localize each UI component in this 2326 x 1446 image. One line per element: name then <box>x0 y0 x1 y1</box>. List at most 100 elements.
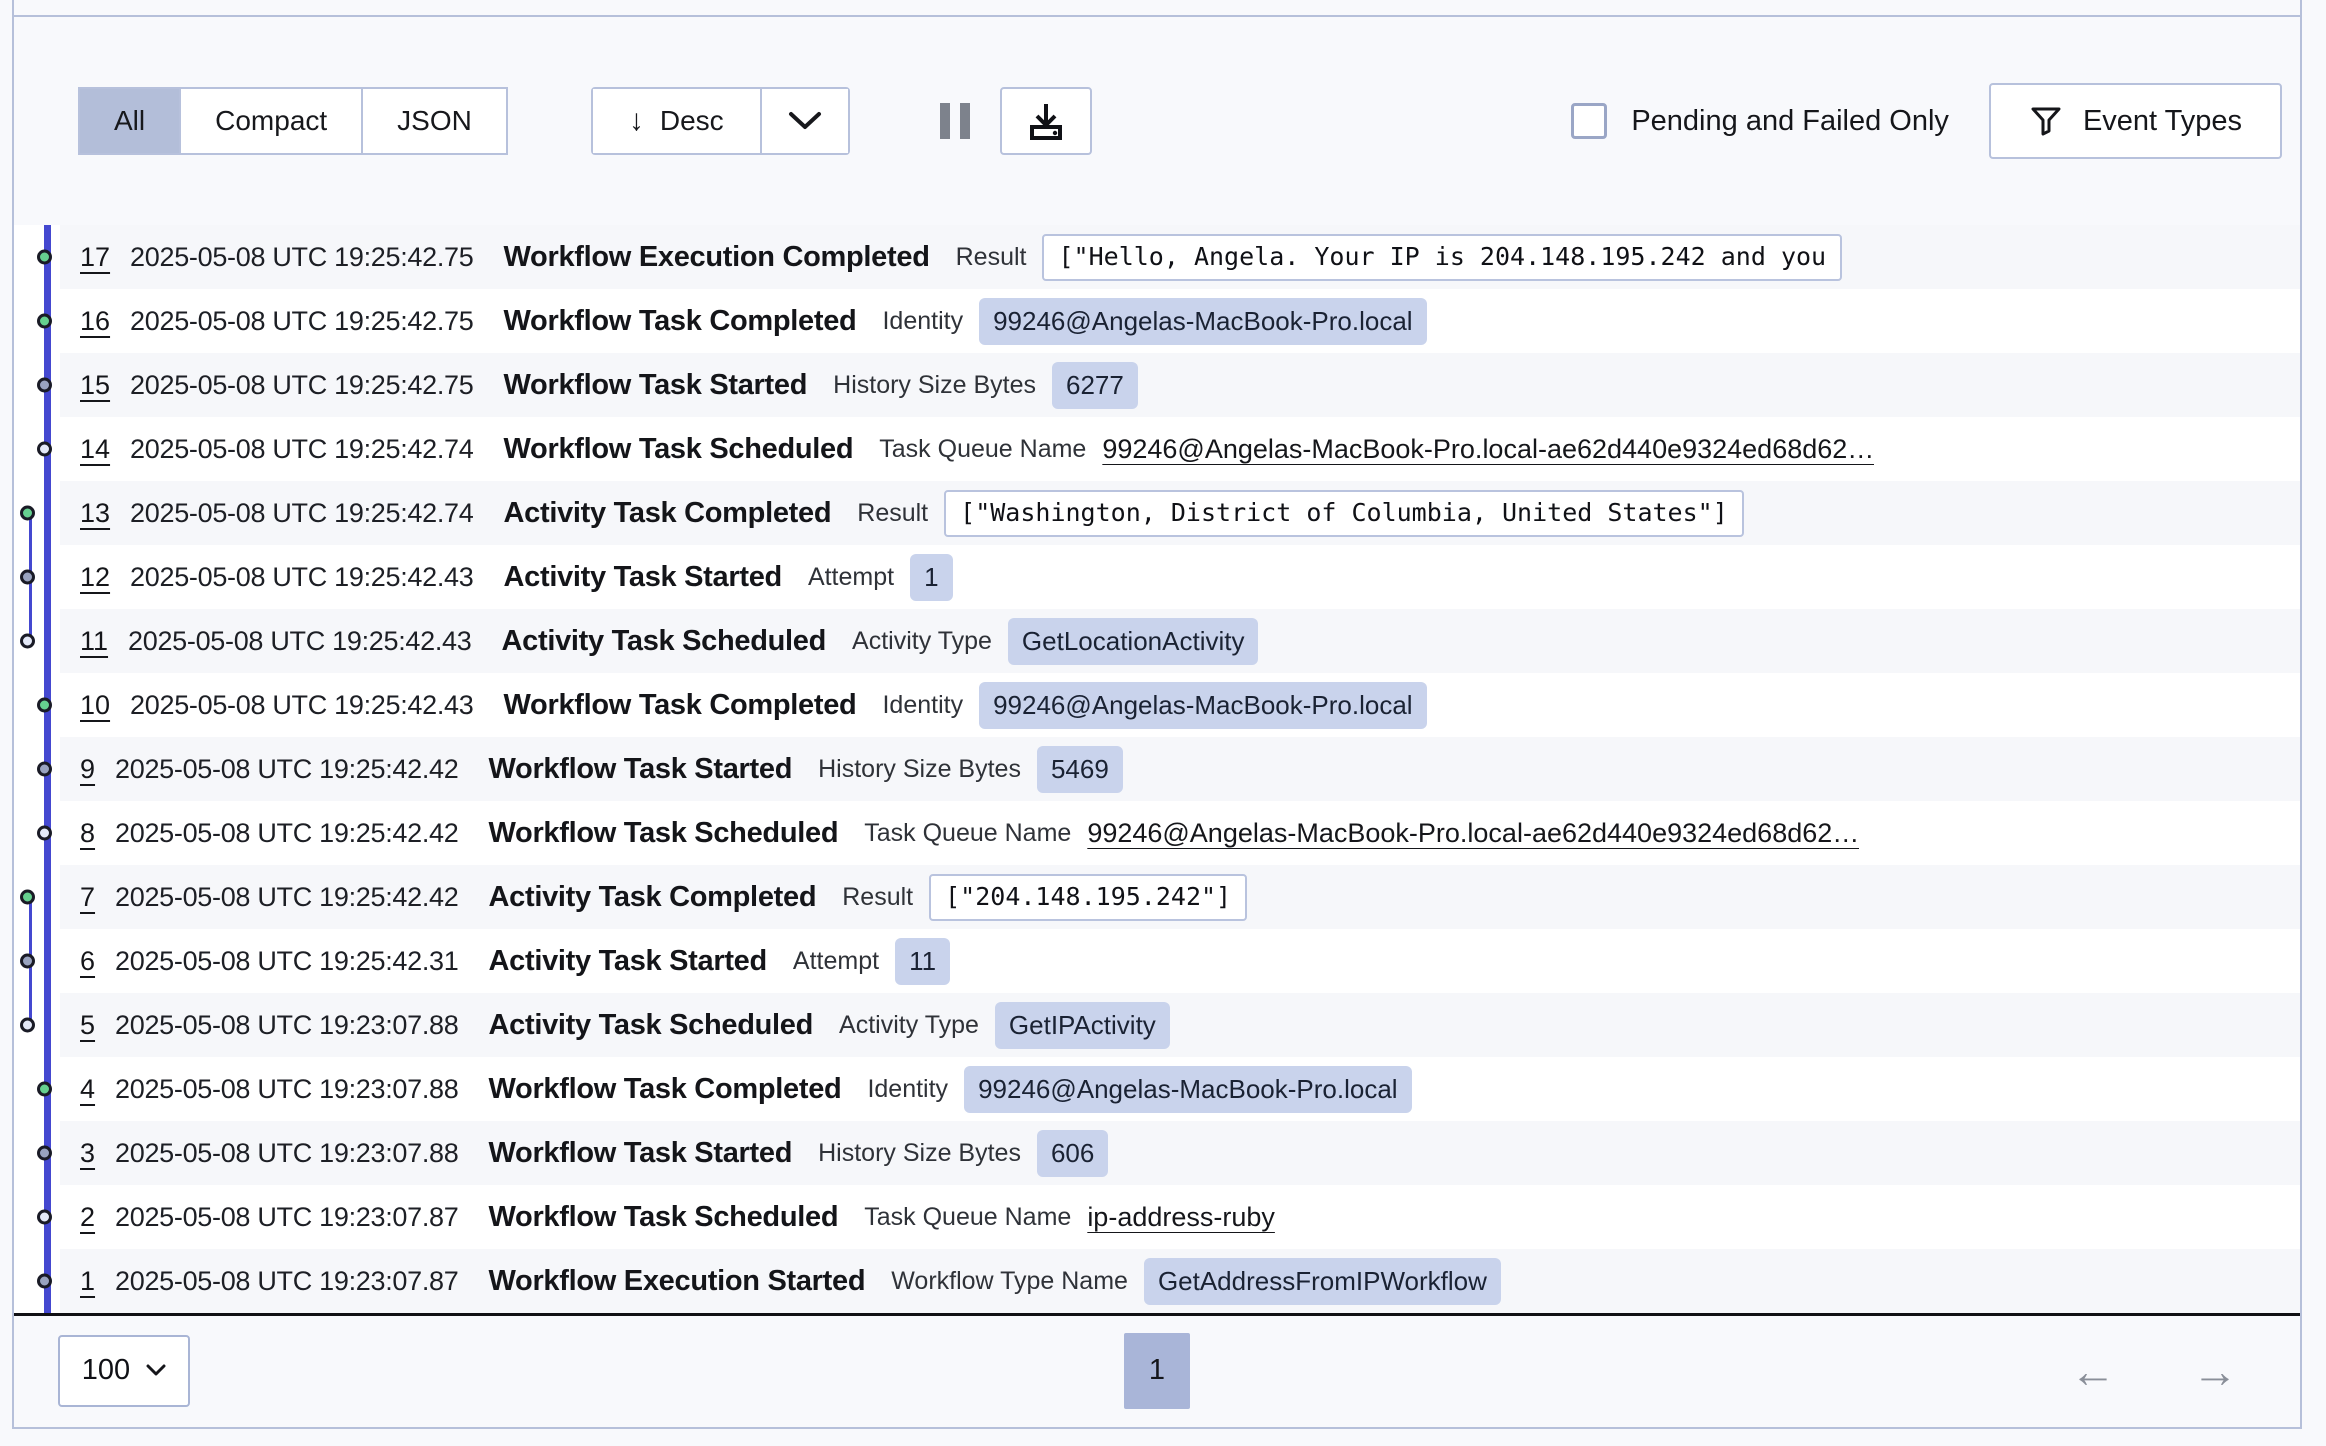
event-row[interactable]: 1 2025-05-08 UTC 19:23:07.87 Workflow Ex… <box>14 1249 2300 1313</box>
event-row-content: 4 2025-05-08 UTC 19:23:07.88 Workflow Ta… <box>60 1057 2300 1121</box>
event-row[interactable]: 10 2025-05-08 UTC 19:25:42.43 Workflow T… <box>14 673 2300 737</box>
arrow-right-icon: → <box>2192 1345 2238 1397</box>
sort-label: Desc <box>660 105 724 137</box>
event-status-dot-icon <box>37 1146 52 1161</box>
event-status-dot-icon <box>37 250 52 265</box>
event-row[interactable]: 14 2025-05-08 UTC 19:25:42.74 Workflow T… <box>14 417 2300 481</box>
event-row[interactable]: 12 2025-05-08 UTC 19:25:42.43 Activity T… <box>14 545 2300 609</box>
tab-all[interactable]: All <box>80 89 181 153</box>
event-attr-value: 606 <box>1037 1130 1108 1177</box>
chevron-down-icon <box>788 111 822 131</box>
event-attr-value: 99246@Angelas-MacBook-Pro.local <box>979 682 1427 729</box>
event-row[interactable]: 4 2025-05-08 UTC 19:23:07.88 Workflow Ta… <box>14 1057 2300 1121</box>
event-id-link[interactable]: 16 <box>80 306 110 337</box>
event-id-link[interactable]: 2 <box>80 1202 95 1233</box>
event-id-link[interactable]: 11 <box>80 626 108 657</box>
event-status-dot-icon <box>20 570 35 585</box>
event-row[interactable]: 9 2025-05-08 UTC 19:25:42.42 Workflow Ta… <box>14 737 2300 801</box>
event-row[interactable]: 3 2025-05-08 UTC 19:23:07.88 Workflow Ta… <box>14 1121 2300 1185</box>
event-attr-value: 11 <box>895 938 950 985</box>
event-timestamp: 2025-05-08 UTC 19:25:42.43 <box>130 690 473 721</box>
event-row-content: 2 2025-05-08 UTC 19:23:07.87 Workflow Ta… <box>60 1185 2300 1249</box>
pager-arrows: ← → <box>2070 1348 2256 1394</box>
event-id-link[interactable]: 1 <box>80 1266 95 1297</box>
event-row[interactable]: 13 2025-05-08 UTC 19:25:42.74 Activity T… <box>14 481 2300 545</box>
download-history-button[interactable] <box>1000 87 1092 155</box>
event-id-link[interactable]: 15 <box>80 370 110 401</box>
event-row[interactable]: 17 2025-05-08 UTC 19:25:42.75 Workflow E… <box>14 225 2300 289</box>
event-row-content: 3 2025-05-08 UTC 19:23:07.88 Workflow Ta… <box>60 1121 2300 1185</box>
event-attr-value[interactable]: 99246@Angelas-MacBook-Pro.local-ae62d440… <box>1087 818 1859 849</box>
event-type-name: Activity Task Started <box>488 945 766 978</box>
event-attr-value: GetIPActivity <box>995 1002 1170 1049</box>
pause-icon <box>940 103 950 139</box>
event-id-link[interactable]: 3 <box>80 1138 95 1169</box>
event-attr-value[interactable]: 99246@Angelas-MacBook-Pro.local-ae62d440… <box>1102 434 1874 465</box>
event-type-name: Activity Task Scheduled <box>501 625 826 658</box>
event-row[interactable]: 15 2025-05-08 UTC 19:25:42.75 Workflow T… <box>14 353 2300 417</box>
event-row-content: 14 2025-05-08 UTC 19:25:42.74 Workflow T… <box>60 417 2300 481</box>
event-type-name: Activity Task Scheduled <box>488 1009 813 1042</box>
pause-autorefresh-button[interactable] <box>910 87 1000 155</box>
event-status-dot-icon <box>20 1018 35 1033</box>
event-attr-value[interactable]: ip-address-ruby <box>1087 1202 1275 1233</box>
event-row-content: 11 2025-05-08 UTC 19:25:42.43 Activity T… <box>60 609 2300 673</box>
event-type-name: Workflow Task Started <box>488 753 792 786</box>
event-id-link[interactable]: 12 <box>80 562 110 593</box>
event-id-link[interactable]: 14 <box>80 434 110 465</box>
sort-options-caret-button[interactable] <box>760 89 848 153</box>
event-row-content: 15 2025-05-08 UTC 19:25:42.75 Workflow T… <box>60 353 2300 417</box>
event-type-name: Workflow Task Completed <box>488 1073 841 1106</box>
event-attr-value: 99246@Angelas-MacBook-Pro.local <box>979 298 1427 345</box>
event-attr-label: Attempt <box>808 563 894 592</box>
event-attr-label: Workflow Type Name <box>891 1267 1128 1296</box>
view-mode-tab-group: All Compact JSON <box>78 87 508 155</box>
event-timestamp: 2025-05-08 UTC 19:25:42.74 <box>130 498 473 529</box>
event-row[interactable]: 5 2025-05-08 UTC 19:23:07.88 Activity Ta… <box>14 993 2300 1057</box>
event-row[interactable]: 8 2025-05-08 UTC 19:25:42.42 Workflow Ta… <box>14 801 2300 865</box>
event-timestamp: 2025-05-08 UTC 19:25:42.42 <box>115 818 458 849</box>
page-size-select[interactable]: 100 <box>58 1335 190 1407</box>
tab-compact[interactable]: Compact <box>181 89 363 153</box>
pending-failed-checkbox[interactable] <box>1571 103 1607 139</box>
next-page-button[interactable]: → <box>2192 1348 2238 1394</box>
event-id-link[interactable]: 13 <box>80 498 110 529</box>
event-row[interactable]: 7 2025-05-08 UTC 19:25:42.42 Activity Ta… <box>14 865 2300 929</box>
event-type-name: Workflow Task Started <box>488 1137 792 1170</box>
event-row[interactable]: 2 2025-05-08 UTC 19:23:07.87 Workflow Ta… <box>14 1185 2300 1249</box>
download-icon <box>1025 100 1067 142</box>
event-history-toolbar: All Compact JSON ↓ Desc <box>14 17 2300 225</box>
event-attr-label: History Size Bytes <box>818 1139 1021 1168</box>
event-id-link[interactable]: 5 <box>80 1010 95 1041</box>
event-table: 17 2025-05-08 UTC 19:25:42.75 Workflow E… <box>14 225 2300 1313</box>
event-attr-label: History Size Bytes <box>833 371 1036 400</box>
event-status-dot-icon <box>20 634 35 649</box>
event-timestamp: 2025-05-08 UTC 19:25:42.74 <box>130 434 473 465</box>
event-row[interactable]: 6 2025-05-08 UTC 19:25:42.31 Activity Ta… <box>14 929 2300 993</box>
event-timestamp: 2025-05-08 UTC 19:25:42.43 <box>130 562 473 593</box>
event-id-link[interactable]: 6 <box>80 946 95 977</box>
tab-json[interactable]: JSON <box>363 89 506 153</box>
event-types-filter-button[interactable]: Event Types <box>1989 83 2282 159</box>
event-id-link[interactable]: 17 <box>80 242 110 273</box>
previous-page-button[interactable]: ← <box>2070 1348 2116 1394</box>
event-id-link[interactable]: 8 <box>80 818 95 849</box>
event-attr-value: ["Hello, Angela. Your IP is 204.148.195.… <box>1042 234 1842 281</box>
event-attr-label: Result <box>842 883 913 912</box>
event-status-dot-icon <box>37 826 52 841</box>
current-page-button[interactable]: 1 <box>1124 1333 1190 1409</box>
event-timestamp: 2025-05-08 UTC 19:25:42.42 <box>115 882 458 913</box>
arrow-left-icon: ← <box>2070 1345 2116 1397</box>
event-attr-label: Task Queue Name <box>864 819 1071 848</box>
event-id-link[interactable]: 4 <box>80 1074 95 1105</box>
pagination-bar: 100 1 ← → <box>14 1313 2300 1425</box>
event-attr-value: 1 <box>910 554 952 601</box>
event-id-link[interactable]: 7 <box>80 882 95 913</box>
event-row[interactable]: 11 2025-05-08 UTC 19:25:42.43 Activity T… <box>14 609 2300 673</box>
event-id-link[interactable]: 10 <box>80 690 110 721</box>
event-row[interactable]: 16 2025-05-08 UTC 19:25:42.75 Workflow T… <box>14 289 2300 353</box>
event-attr-label: Identity <box>882 307 963 336</box>
event-timestamp: 2025-05-08 UTC 19:25:42.42 <box>115 754 458 785</box>
sort-desc-button[interactable]: ↓ Desc <box>593 89 760 153</box>
event-id-link[interactable]: 9 <box>80 754 95 785</box>
